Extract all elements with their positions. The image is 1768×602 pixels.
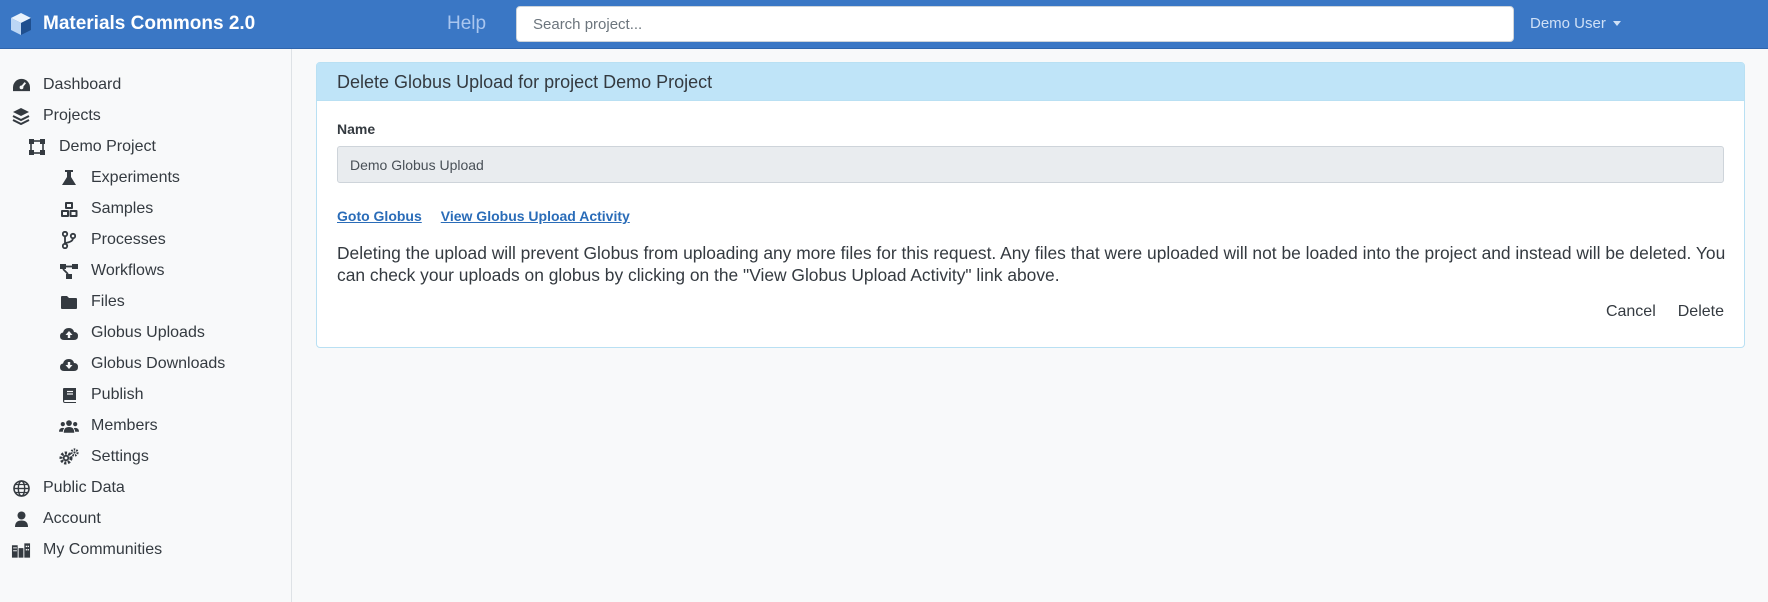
sidebar-item-label: Processes bbox=[91, 231, 166, 248]
cogs-icon bbox=[59, 447, 79, 467]
name-label: Name bbox=[337, 121, 376, 137]
delete-upload-card: Delete Globus Upload for project Demo Pr… bbox=[316, 62, 1745, 348]
layers-icon bbox=[11, 106, 31, 126]
sidebar-item-label: Members bbox=[91, 417, 158, 434]
user-name: Demo User bbox=[1530, 15, 1606, 32]
sidebar-item-account[interactable]: Account bbox=[11, 506, 101, 532]
sidebar-item-label: Projects bbox=[43, 107, 101, 124]
user-icon bbox=[11, 509, 31, 529]
sidebar-item-samples[interactable]: Samples bbox=[59, 196, 153, 222]
app-title: Materials Commons 2.0 bbox=[43, 13, 256, 34]
sidebar-item-label: Account bbox=[43, 510, 101, 527]
code-branch-icon bbox=[59, 230, 79, 250]
sidebar-item-files[interactable]: Files bbox=[59, 289, 125, 315]
sidebar-item-my-communities[interactable]: My Communities bbox=[11, 537, 162, 563]
cubes-icon bbox=[59, 199, 79, 219]
globe-icon bbox=[11, 478, 31, 498]
sidebar-item-label: My Communities bbox=[43, 541, 163, 558]
sidebar-item-label: Globus Downloads bbox=[91, 355, 226, 372]
project-diagram-icon bbox=[27, 137, 47, 157]
sidebar-item-label: Globus Uploads bbox=[91, 324, 205, 341]
sidebar-item-settings[interactable]: Settings bbox=[59, 444, 149, 470]
sidebar-item-label: Public Data bbox=[43, 479, 125, 496]
view-upload-activity-link[interactable]: View Globus Upload Activity bbox=[441, 208, 630, 224]
cloud-download-icon bbox=[59, 354, 79, 374]
user-menu[interactable]: Demo User bbox=[1530, 15, 1621, 32]
name-field[interactable] bbox=[337, 146, 1724, 183]
users-icon bbox=[59, 416, 79, 436]
search-input[interactable] bbox=[516, 6, 1514, 42]
card-title: Delete Globus Upload for project Demo Pr… bbox=[317, 63, 1744, 101]
sidebar-item-label: Experiments bbox=[91, 169, 180, 186]
sidebar-item-globus-downloads[interactable]: Globus Downloads bbox=[59, 351, 225, 377]
goto-globus-link[interactable]: Goto Globus bbox=[337, 208, 422, 224]
sidebar-item-label: Demo Project bbox=[59, 138, 156, 155]
sidebar-item-label: Settings bbox=[91, 448, 149, 465]
sidebar-item-label: Samples bbox=[91, 200, 154, 217]
chevron-down-icon bbox=[1612, 21, 1621, 26]
tachometer-icon bbox=[11, 75, 31, 95]
sidebar-item-public-data[interactable]: Public Data bbox=[11, 475, 125, 501]
sidebar-item-label: Files bbox=[91, 293, 125, 310]
sidebar-item-experiments[interactable]: Experiments bbox=[59, 165, 180, 191]
sidebar-item-label: Publish bbox=[91, 386, 144, 403]
sidebar-item-dashboard[interactable]: Dashboard bbox=[11, 72, 121, 98]
sidebar-item-label: Workflows bbox=[91, 262, 165, 279]
sidebar: Dashboard Projects Demo Project Experime… bbox=[0, 49, 292, 602]
sidebar-item-projects[interactable]: Projects bbox=[11, 103, 101, 129]
sidebar-item-demo-project[interactable]: Demo Project bbox=[27, 134, 156, 160]
help-link[interactable]: Help bbox=[447, 13, 486, 35]
workflow-icon bbox=[59, 261, 79, 281]
card-actions: Cancel Delete bbox=[1584, 303, 1724, 321]
cloud-upload-icon bbox=[59, 323, 79, 343]
brand-link[interactable]: Materials Commons 2.0 bbox=[10, 12, 255, 36]
cube-icon bbox=[11, 13, 31, 35]
delete-warning-text: Deleting the upload will prevent Globus … bbox=[337, 243, 1726, 285]
sidebar-item-globus-uploads[interactable]: Globus Uploads bbox=[59, 320, 205, 346]
sidebar-item-processes[interactable]: Processes bbox=[59, 227, 166, 253]
sidebar-item-members[interactable]: Members bbox=[59, 413, 158, 439]
delete-button[interactable]: Delete bbox=[1678, 303, 1724, 321]
sidebar-item-label: Dashboard bbox=[43, 76, 122, 93]
cancel-button[interactable]: Cancel bbox=[1606, 303, 1656, 321]
city-icon bbox=[11, 540, 31, 560]
globus-links: Goto Globus View Globus Upload Activity bbox=[337, 208, 649, 224]
book-icon bbox=[59, 385, 79, 405]
flask-icon bbox=[59, 168, 79, 188]
top-navbar: Materials Commons 2.0 Help Demo User bbox=[0, 0, 1768, 49]
sidebar-item-publish[interactable]: Publish bbox=[59, 382, 143, 408]
sidebar-item-workflows[interactable]: Workflows bbox=[59, 258, 165, 284]
folder-icon bbox=[59, 292, 79, 312]
